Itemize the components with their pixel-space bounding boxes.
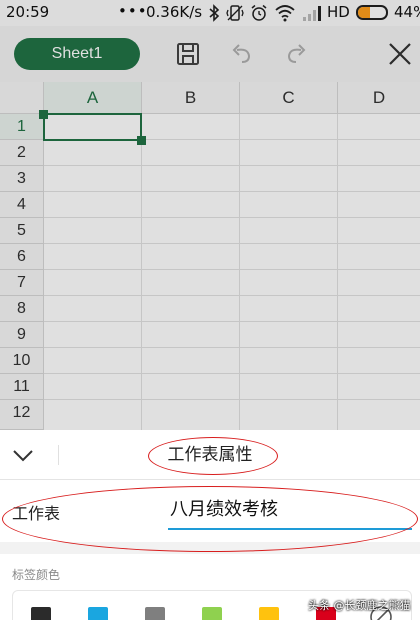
chevron-down-icon[interactable] — [10, 442, 36, 468]
tag-color-swatch[interactable] — [88, 607, 108, 620]
dim-overlay[interactable] — [0, 0, 420, 430]
tag-color-swatch[interactable] — [145, 607, 165, 620]
sheet-properties-panel: 工作表属性 工作表 标签颜色 — [0, 430, 420, 620]
panel-header: 工作表属性 — [0, 430, 420, 480]
tag-color-label: 标签颜色 — [12, 568, 61, 582]
sheet-name-input[interactable] — [168, 488, 412, 528]
tag-color-swatch[interactable] — [202, 607, 222, 620]
sheet-name-label: 工作表 — [12, 504, 61, 523]
watermark: 头条 @长颈鹿之熊猫 — [308, 599, 411, 612]
sheet-name-row: 工作表 — [0, 480, 420, 542]
tag-color-swatch[interactable] — [31, 607, 51, 620]
input-underline — [168, 528, 412, 530]
section-gap — [0, 542, 420, 554]
panel-title: 工作表属性 — [167, 445, 253, 465]
header-divider — [58, 445, 59, 465]
tag-color-swatch[interactable] — [259, 607, 279, 620]
